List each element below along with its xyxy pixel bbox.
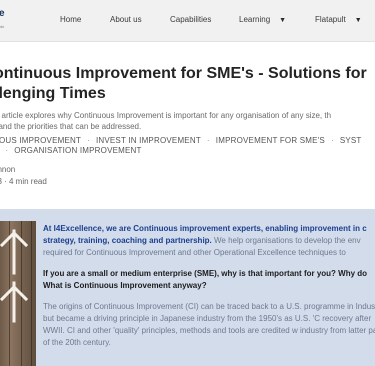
nav-item-learning[interactable]: Learning ▼: [239, 15, 287, 25]
tag-separator: ·: [87, 136, 90, 145]
article-title-line: llenging Times: [0, 85, 106, 102]
tag-separator: ·: [330, 136, 334, 145]
site-logo[interactable]: e: [0, 9, 5, 19]
chevron-down-icon: ▼: [354, 17, 362, 24]
feature-text: At I4Excellence, we are Continuous impro…: [43, 223, 375, 349]
nav-item-label: About us: [110, 15, 142, 24]
tag-link[interactable]: SYST: [340, 136, 362, 145]
nav-item-about-us[interactable]: About us: [110, 16, 142, 24]
up-arrow-icon: [0, 229, 29, 323]
chevron-down-icon: ▼: [279, 17, 287, 24]
nav-item-label: Capabilities: [170, 15, 212, 24]
article-tags: NUOUS IMPROVEMENT·INVEST IN IMPROVEMENT·…: [0, 136, 375, 156]
nav-item-label: Flatapult: [315, 15, 346, 24]
intro-paragraph: At I4Excellence, we are Continuous impro…: [43, 223, 375, 259]
article-author[interactable]: annon: [0, 165, 15, 174]
tag-separator: ·: [5, 146, 9, 155]
question-paragraph: If you are a small or medium enterprise …: [43, 269, 368, 290]
tag-link[interactable]: IMPROVEMENT FOR SME'S: [216, 136, 325, 145]
tag-separator: ·: [206, 136, 210, 145]
article-title: ontinuous Improvement for SME's - Soluti…: [0, 64, 375, 104]
article-summary-line: s, and the priorities that can be addres…: [0, 122, 142, 131]
nav-item-flatapult[interactable]: Flatapult ▼: [315, 15, 362, 25]
nav-item-label: Home: [60, 15, 82, 24]
site-logo-tagline: ide: [0, 24, 5, 29]
feature-section: At I4Excellence, we are Continuous impro…: [0, 209, 375, 366]
wooden-arrows-image: [0, 221, 36, 366]
tag-link[interactable]: NUOUS IMPROVEMENT: [0, 136, 81, 145]
tag-link[interactable]: ORGANISATION IMPROVEMENT: [14, 146, 141, 155]
body-paragraph: The origins of Continuous Improvement (C…: [43, 302, 375, 347]
top-navigation-bar: e ide Home About us Capabilities Learnin…: [0, 0, 375, 42]
nav-item-home[interactable]: Home: [60, 16, 81, 24]
nav-item-label: Learning: [239, 15, 271, 24]
article-title-line: ontinuous Improvement for SME's - Soluti…: [0, 65, 367, 82]
article-summary: ort article explores why Continuous Impr…: [0, 110, 375, 132]
article-summary-line: ort article explores why Continuous Impr…: [0, 111, 332, 120]
article-date: 23 · 4 min read: [0, 177, 47, 186]
tag-link[interactable]: INVEST IN IMPROVEMENT: [96, 136, 201, 145]
nav-item-capabilities[interactable]: Capabilities: [170, 16, 211, 24]
